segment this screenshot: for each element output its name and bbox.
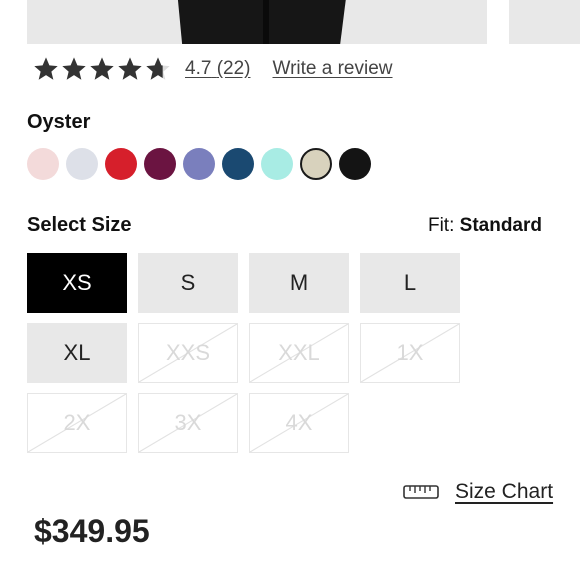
size-option-label: 1X xyxy=(396,340,424,365)
color-swatch[interactable] xyxy=(105,148,137,180)
size-option-label: XS xyxy=(62,270,92,295)
product-image[interactable] xyxy=(27,0,487,44)
color-swatches xyxy=(27,148,378,180)
ruler-icon xyxy=(403,485,439,499)
size-grid: XS S M L XL XXS XXL 1X 2X 3X 4X xyxy=(27,253,467,453)
color-swatch[interactable] xyxy=(339,148,371,180)
color-swatch[interactable] xyxy=(300,148,332,180)
size-option-4x[interactable]: 4X xyxy=(249,393,349,453)
size-option-label: 3X xyxy=(174,410,202,435)
product-image-next[interactable] xyxy=(509,0,580,44)
color-swatch[interactable] xyxy=(261,148,293,180)
size-option-xs[interactable]: XS xyxy=(27,253,127,313)
product-price: $349.95 xyxy=(34,513,150,549)
product-garment xyxy=(177,0,347,44)
size-option-xxl[interactable]: XXL xyxy=(249,323,349,383)
size-option-label: L xyxy=(403,270,417,295)
size-option-label: M xyxy=(289,270,309,295)
star-icon xyxy=(34,57,58,80)
size-option-label: XL xyxy=(63,340,91,365)
size-option-label: 2X xyxy=(63,410,91,435)
size-option-label: XXS xyxy=(165,340,211,365)
product-garment-gap xyxy=(263,0,269,44)
rating-summary-link[interactable]: 4.7 (22) xyxy=(185,58,251,80)
size-option-label: S xyxy=(180,270,196,295)
size-option-s[interactable]: S xyxy=(138,253,238,313)
size-option-xxs[interactable]: XXS xyxy=(138,323,238,383)
star-icon xyxy=(118,57,142,80)
size-option-1x[interactable]: 1X xyxy=(360,323,460,383)
size-option-l[interactable]: L xyxy=(360,253,460,313)
rating-row: 4.7 (22) Write a review xyxy=(32,54,393,84)
size-option-xl[interactable]: XL xyxy=(27,323,127,383)
size-option-label: XXL xyxy=(278,340,320,365)
color-swatch[interactable] xyxy=(66,148,98,180)
star-icon xyxy=(62,57,86,80)
size-chart-link[interactable]: Size Chart xyxy=(403,480,553,504)
size-option-m[interactable]: M xyxy=(249,253,349,313)
partial-star-icon xyxy=(146,57,170,80)
fit-indicator: Fit: Standard xyxy=(427,215,542,236)
color-swatch[interactable] xyxy=(144,148,176,180)
size-option-2x[interactable]: 2X xyxy=(27,393,127,453)
color-swatch[interactable] xyxy=(27,148,59,180)
star-icon xyxy=(90,57,114,80)
write-review-link[interactable]: Write a review xyxy=(273,58,393,80)
selected-color-name: Oyster xyxy=(27,111,91,133)
size-section-title: Select Size xyxy=(27,214,132,236)
size-option-label: 4X xyxy=(285,410,313,435)
star-rating xyxy=(32,55,172,83)
color-swatch[interactable] xyxy=(183,148,215,180)
color-swatch[interactable] xyxy=(222,148,254,180)
size-option-3x[interactable]: 3X xyxy=(138,393,238,453)
size-chart-label[interactable]: Size Chart xyxy=(455,480,553,504)
